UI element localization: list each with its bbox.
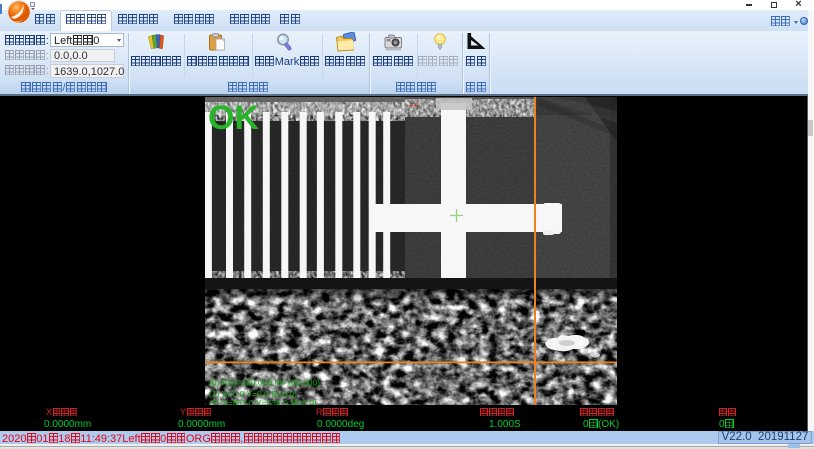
svg-text:OK: OK [208, 99, 259, 137]
svg-text:(0) R(S=100.000 M=100.000): (0) R(S=100.000 M=100.000) [209, 378, 320, 388]
svg-text:++: ++ [409, 101, 419, 110]
svg-text:(2) X=807.0 Y=534.0 M=0.0): (2) X=807.0 Y=534.0 M=0.0) [209, 398, 317, 405]
